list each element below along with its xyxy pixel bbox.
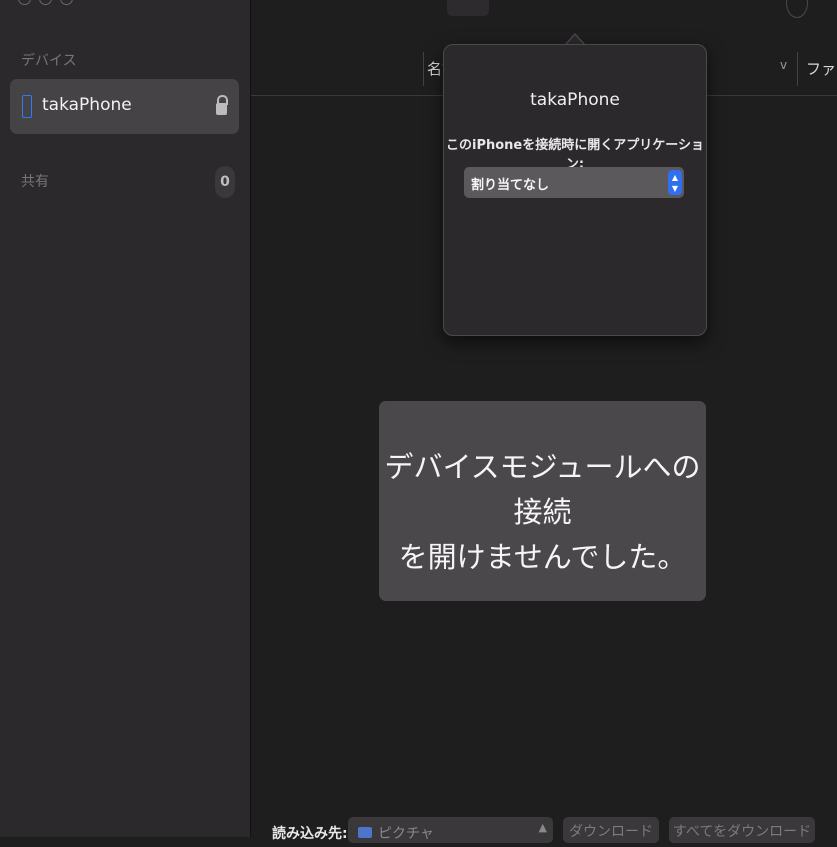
toolbar-circle-button[interactable] xyxy=(786,0,808,18)
sidebar-item-device[interactable]: takaPhone xyxy=(10,79,239,134)
destination-value: ピクチャ xyxy=(378,826,434,842)
chevron-updown-icon: ▲ ▼ xyxy=(668,170,682,195)
error-message: デバイスモジュールへの接続 を開けませんでした。 xyxy=(379,445,706,580)
shared-section-title: 共有 xyxy=(21,174,49,190)
close-window-button[interactable] xyxy=(18,0,31,5)
open-app-select[interactable]: 割り当てなし ▲ ▼ xyxy=(464,167,684,198)
download-button[interactable]: ダウンロード xyxy=(563,817,659,843)
minimize-window-button[interactable] xyxy=(39,0,52,5)
popover-title: takaPhone xyxy=(530,90,620,110)
lock-icon xyxy=(216,95,228,117)
phone-icon xyxy=(22,95,32,118)
error-message-box: デバイスモジュールへの接続 を開けませんでした。 xyxy=(379,401,706,601)
window-controls xyxy=(18,0,73,5)
column-header-file[interactable]: ファイ xyxy=(806,58,837,79)
chevron-updown-icon: ▲ xyxy=(538,821,547,834)
bottom-bar: 読み込み先: ピクチャ ▲ ダウンロード すべてをダウンロード xyxy=(251,814,837,844)
error-line-1: デバイスモジュールへの接続 xyxy=(384,450,701,529)
error-line-2: を開けませんでした。 xyxy=(398,540,687,574)
shared-count-badge: 0 xyxy=(215,166,235,198)
devices-section-title: デバイス xyxy=(21,53,77,69)
zoom-window-button[interactable] xyxy=(60,0,73,5)
sort-chevron-icon[interactable]: v xyxy=(780,58,787,72)
sidebar: デバイス takaPhone 共有 0 xyxy=(0,0,251,837)
column-divider xyxy=(797,52,798,86)
import-destination-label: 読み込み先: xyxy=(272,826,348,842)
download-all-button[interactable]: すべてをダウンロード xyxy=(669,817,815,843)
column-divider xyxy=(423,52,424,86)
toolbar-view-button[interactable] xyxy=(447,0,489,16)
folder-icon xyxy=(358,827,372,838)
device-popover: takaPhone このiPhoneを接続時に開くアプリケーション: 割り当てな… xyxy=(443,44,707,336)
device-name: takaPhone xyxy=(42,95,132,115)
destination-select[interactable]: ピクチャ ▲ xyxy=(348,817,553,843)
open-app-select-value: 割り当てなし xyxy=(471,178,550,193)
